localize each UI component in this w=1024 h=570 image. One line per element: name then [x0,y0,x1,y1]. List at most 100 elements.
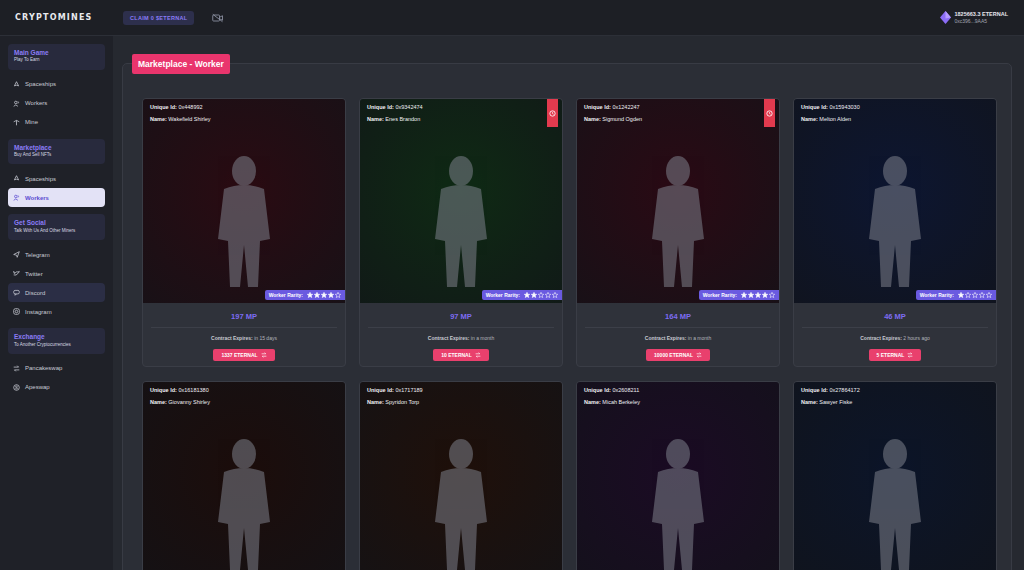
sidebar-item-label: Mine [25,119,38,125]
star-icon [986,292,992,298]
worker-name: Name: Sawyer Fiske [801,399,860,405]
sidebar-item[interactable]: Twitter [8,264,105,283]
chat-icon [13,289,20,296]
worker-figure [194,432,294,570]
worker-figure [194,149,294,289]
section-subtitle: Talk With Us And Other Miners [14,228,99,234]
timer-badge [547,99,558,127]
star-icon [307,292,313,298]
card-footer: 164 MP Contract Expires: in a month 10000 … [577,303,779,366]
sidebar-item[interactable]: Mine [8,113,105,132]
worker-card[interactable]: Unique Id: 0x9342474Name: Enes BrandonWo… [359,98,563,367]
ship-icon [13,175,20,182]
worker-name: Name: Giovanny Shirley [150,399,210,405]
star-icon [328,292,334,298]
worker-figure [845,149,945,289]
section-subtitle: Buy And Sell NFTs [14,152,99,158]
sidebar-list: Spaceships Workers Mine [0,75,113,132]
price: 10 ETERNAL [441,352,472,358]
price-button[interactable]: 1337 ETERNAL [213,349,274,361]
mining-power: 46 MP [884,312,906,321]
sidebar-item[interactable]: Telegram [8,245,105,264]
star-icon [979,292,985,298]
section-subtitle: To Another Cryptocurrencies [14,342,99,348]
send-icon [13,251,20,258]
star-icon [538,292,544,298]
sidebar-item-label: Instagram [25,309,52,315]
pick-icon [13,119,20,126]
star-icon [965,292,971,298]
worker-image: Unique Id: 0x27864172 Name: Sawyer Fiske [794,382,996,570]
sidebar-item-label: Telegram [25,252,50,258]
worker-info: Unique Id: 0x1242247Name: Sigmund Ogden [584,104,642,122]
star-icon [769,292,775,298]
worker-figure [845,432,945,570]
contract-expires: Contract Expires: in a month [645,335,711,341]
sidebar-item-label: Workers [25,100,47,106]
worker-card[interactable]: Unique Id: 0x2608211Name: Micah Berkeley [576,381,780,570]
star-icon [524,292,530,298]
clock-icon [766,110,773,117]
worker-figure [628,432,728,570]
star-icon [531,292,537,298]
sidebar-item[interactable]: Workers [8,94,105,113]
worker-name: Name: Melton Alden [801,116,860,122]
worker-card[interactable]: Unique Id: 0x1242247Name: Sigmund Ogden W… [576,98,780,367]
section-title: Exchange [14,333,99,341]
rarity-badge: Worker Rarity: [699,290,779,300]
sidebar-list: PancakeswapApeswap [0,359,113,397]
mining-power: 164 MP [665,312,691,321]
video-off-icon[interactable] [212,13,224,23]
wallet[interactable]: 1825663.3 ETERNAL0xc396...9AA5 [940,11,1009,24]
worker-card[interactable]: Unique Id: 0x16181380Name: Giovanny Shir… [142,381,346,570]
worker-card[interactable]: Unique Id: 0x27864172 Name: Sawyer Fiske [793,381,997,570]
sidebar-section: ExchangeTo Another Cryptocurrencies Panca… [0,328,113,404]
dollar-icon [13,384,20,391]
worker-name: Name: Spyridon Torp [367,399,423,405]
sidebar-section: MarketplaceBuy And Sell NFTsSpaceshipsWo… [0,139,113,215]
claim-button[interactable]: CLAIM 0 $ETERNAL [123,11,194,25]
divider [585,327,771,328]
worker-image: Unique Id: 0x9342474Name: Enes BrandonWo… [360,99,562,303]
sidebar-item[interactable]: Workers [8,188,105,207]
sidebar: Main GamePlay To EarnSpaceshipsWorkersMi… [0,36,113,570]
price-button[interactable]: 10000 ETERNAL [646,349,710,361]
swap-icon [907,352,913,358]
rarity-label: Worker Rarity: [486,292,520,298]
sidebar-item[interactable]: Discord [8,283,105,302]
star-icon [335,292,341,298]
worker-grid: Unique Id: 0x448992 Name: Wakefield Shirl… [142,98,995,570]
sidebar-item[interactable]: Spaceships [8,75,105,94]
sidebar-item[interactable]: Apeswap [8,378,105,397]
unique-id: Unique Id: 0x27864172 [801,387,860,393]
contract-expires: Contract Expires: 2 hours ago [860,335,930,341]
worker-image: Unique Id: 0x1242247Name: Sigmund Ogden W… [577,99,779,303]
sidebar-item[interactable]: Pancakeswap [8,359,105,378]
sidebar-item[interactable]: Spaceships [8,169,105,188]
worker-image: Unique Id: 0x448992 Name: Wakefield Shirl… [143,99,345,303]
star-icon [314,292,320,298]
price-button[interactable]: 10 ETERNAL [433,349,489,361]
sidebar-item[interactable]: Instagram [8,302,105,321]
rarity-badge: Worker Rarity: [916,290,996,300]
worker-name: Name: Sigmund Ogden [584,116,642,122]
section-header: ExchangeTo Another Cryptocurrencies [8,328,105,354]
worker-name: Name: Wakefield Shirley [150,116,211,122]
marketplace-panel: Marketplace - WorkerUnique Id: 0x448992N… [122,63,1012,570]
unique-id: Unique Id: 0x448992 [150,104,211,110]
users-icon [13,100,20,107]
worker-info: Unique Id: 0x2608211Name: Micah Berkeley [584,387,640,405]
worker-card[interactable]: Unique Id: 0x448992 Name: Wakefield Shirl… [142,98,346,367]
card-footer: 197 MPContract Expires: in 15 days1337 E… [143,303,345,366]
worker-image: Unique Id: 0x15943030Name: Melton AldenW… [794,99,996,303]
logo[interactable]: CRYPTOMINES [15,13,105,22]
worker-card[interactable]: Unique Id: 0x15943030Name: Melton AldenW… [793,98,997,367]
worker-card[interactable]: Unique Id: 0x1717189Name: Spyridon Torp [359,381,563,570]
worker-name: Name: Micah Berkeley [584,399,640,405]
worker-info: Unique Id: 0x448992 Name: Wakefield Shirl… [150,104,211,122]
swap-icon [261,352,267,358]
worker-figure [411,149,511,289]
sidebar-section: Main GamePlay To EarnSpaceshipsWorkersMi… [0,44,113,139]
price-button[interactable]: 5 ETERNAL [869,349,922,361]
divider [151,327,337,328]
